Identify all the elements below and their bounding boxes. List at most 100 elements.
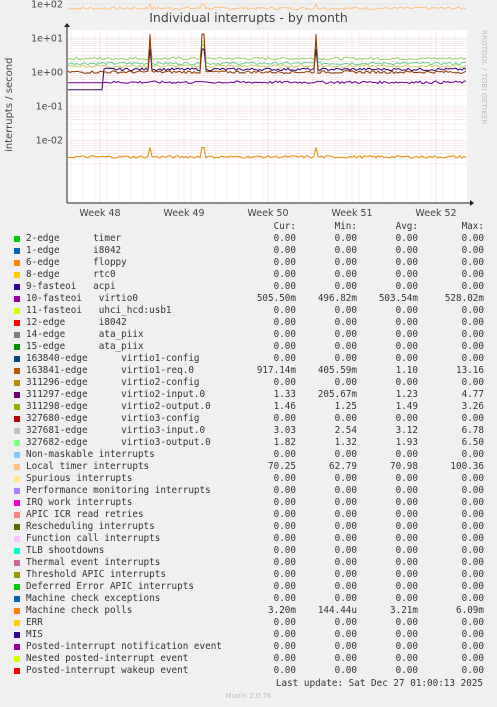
legend-row: 311296-edge virtio2-config 0.00 0.00 0.00 0.…	[0, 377, 497, 389]
plot-area: 1e+02 1e+01 1e+00 1e-01 1e-02 Week 48 Week 49 W…	[31, 0, 474, 219]
x-tick-label: Week 52	[415, 208, 456, 219]
legend-max-value: 0.00	[461, 305, 484, 316]
legend-avg-value: 0.00	[395, 653, 418, 664]
legend-cur-value: 70.25	[268, 461, 296, 472]
legend-min-value: 205.67m	[317, 389, 357, 400]
munin-version: Munin 2.0.76	[225, 692, 272, 700]
legend-avg-value: 0.00	[395, 557, 418, 568]
legend-label: 1-edge i8042	[26, 245, 122, 256]
legend-row: 311297-edge virtio2-input.0 1.33 205.67m 1.…	[0, 389, 497, 401]
legend-cur-value: 0.00	[273, 341, 296, 352]
legend-min-value: 0.00	[334, 269, 357, 280]
legend-avg-value: 0.00	[395, 269, 418, 280]
series-line	[67, 2, 467, 11]
legend-row: TLB shootdowns 0.00 0.00 0.00 0.00	[0, 545, 497, 557]
legend-avg-value: 0.00	[395, 341, 418, 352]
legend-row: 9-fasteoi acpi 0.00 0.00 0.00 0.00	[0, 281, 497, 293]
legend-cur-value: 0.00	[273, 377, 296, 388]
legend-max-value: 0.00	[461, 473, 484, 484]
legend-cur-value: 1.46	[273, 401, 296, 412]
legend-cur-value: 0.00	[273, 485, 296, 496]
legend-avg-value: 0.00	[395, 533, 418, 544]
legend-avg-value: 0.00	[395, 377, 418, 388]
legend-row: 1-edge i8042 0.00 0.00 0.00 0.00	[0, 245, 497, 257]
legend-min-value: 0.00	[334, 641, 357, 652]
legend-min-value: 1.25	[334, 401, 357, 412]
legend-cur-value: 0.00	[273, 353, 296, 364]
legend-label: 327682-edge virtio3-output.0	[26, 437, 211, 448]
legend-label: Thermal event interrupts	[26, 557, 161, 568]
header-avg: Avg:	[395, 221, 418, 232]
y-axis-arrow	[64, 23, 70, 27]
legend-row: 12-edge i8042 0.00 0.00 0.00 0.00	[0, 317, 497, 329]
legend-cur-value: 3.20m	[268, 605, 296, 616]
legend-cur-value: 0.00	[273, 305, 296, 316]
legend-swatch	[14, 416, 20, 422]
legend-max-value: 0.00	[461, 245, 484, 256]
legend-min-value: 405.59m	[317, 365, 357, 376]
legend-min-value: 1.32	[334, 437, 357, 448]
legend-cur-value: 0.00	[273, 233, 296, 244]
legend-cur-value: 0.00	[273, 329, 296, 340]
header-cur: Cur:	[273, 221, 296, 232]
legend-max-value: 100.36	[450, 461, 484, 472]
legend-max-value: 4.77	[461, 389, 484, 400]
legend-row: 163841-edge virtio1-req.0 917.14m 405.59m 1…	[0, 365, 497, 377]
legend-row: Machine check polls 3.20m 144.44u 3.21m 6.09…	[0, 605, 497, 617]
legend-row: 6-edge floppy 0.00 0.00 0.00 0.00	[0, 257, 497, 269]
legend-row: Local timer interrupts 70.25 62.79 70.98 100…	[0, 461, 497, 473]
legend-max-value: 0.00	[461, 449, 484, 460]
legend-max-value: 0.00	[461, 413, 484, 424]
legend-min-value: 0.00	[334, 257, 357, 268]
legend-min-value: 0.00	[334, 497, 357, 508]
legend-avg-value: 0.00	[395, 353, 418, 364]
legend-cur-value: 0.00	[273, 617, 296, 628]
legend-max-value: 6.50	[461, 437, 484, 448]
header-max: Max:	[461, 221, 484, 232]
legend-cur-value: 0.00	[273, 497, 296, 508]
legend-min-value: 0.00	[334, 281, 357, 292]
legend-swatch	[14, 308, 20, 314]
legend-cur-value: 1.33	[273, 389, 296, 400]
legend-max-value: 0.00	[461, 629, 484, 640]
legend-row: 163840-edge virtio1-config 0.00 0.00 0.00 0.…	[0, 353, 497, 365]
last-update: Last update: Sat Dec 27 01:00:13 2025	[275, 678, 483, 689]
y-tick-label: 1e+01	[31, 34, 63, 45]
legend-avg-value: 0.00	[395, 497, 418, 508]
y-tick-label: 1e+00	[31, 68, 63, 79]
legend-swatch	[14, 236, 20, 242]
legend-max-value: 0.00	[461, 581, 484, 592]
y-tick-label: 1e-01	[36, 102, 63, 113]
legend-row: Function call interrupts 0.00 0.00 0.00 0.00	[0, 533, 497, 545]
legend-min-value: 0.00	[334, 377, 357, 388]
legend-label: 11-fasteoi uhci_hcd:usb1	[26, 305, 172, 316]
legend-swatch	[14, 656, 20, 662]
legend-row: 14-edge ata_piix 0.00 0.00 0.00 0.00	[0, 329, 497, 341]
legend-label: Posted-interrupt notification event	[26, 641, 222, 652]
legend-min-value: 0.00	[334, 509, 357, 520]
legend-label: 2-edge timer	[26, 233, 122, 244]
legend-min-value: 0.00	[334, 545, 357, 556]
legend-avg-value: 0.00	[395, 629, 418, 640]
legend-min-value: 0.00	[334, 629, 357, 640]
legend-cur-value: 0.00	[273, 449, 296, 460]
legend-swatch	[14, 560, 20, 566]
legend-swatch	[14, 632, 20, 638]
legend-max-value: 0.00	[461, 281, 484, 292]
legend-avg-value: 0.00	[395, 521, 418, 532]
legend-min-value: 0.00	[334, 485, 357, 496]
legend-swatch	[14, 320, 20, 326]
legend-min-value: 0.00	[334, 557, 357, 568]
legend-swatch	[14, 368, 20, 374]
legend-max-value: 0.00	[461, 377, 484, 388]
legend-min-value: 0.00	[334, 305, 357, 316]
legend-label: Performance monitoring interrupts	[26, 485, 211, 496]
legend-cur-value: 917.14m	[256, 365, 296, 376]
legend-max-value: 0.00	[461, 269, 484, 280]
legend-max-value: 0.00	[461, 545, 484, 556]
legend-swatch	[14, 596, 20, 602]
legend-row: Deferred Error APIC interrupts 0.00 0.00 0.…	[0, 581, 497, 593]
legend-label: Machine check polls	[26, 605, 133, 616]
legend-cur-value: 0.00	[273, 257, 296, 268]
legend-max-value: 0.00	[461, 485, 484, 496]
